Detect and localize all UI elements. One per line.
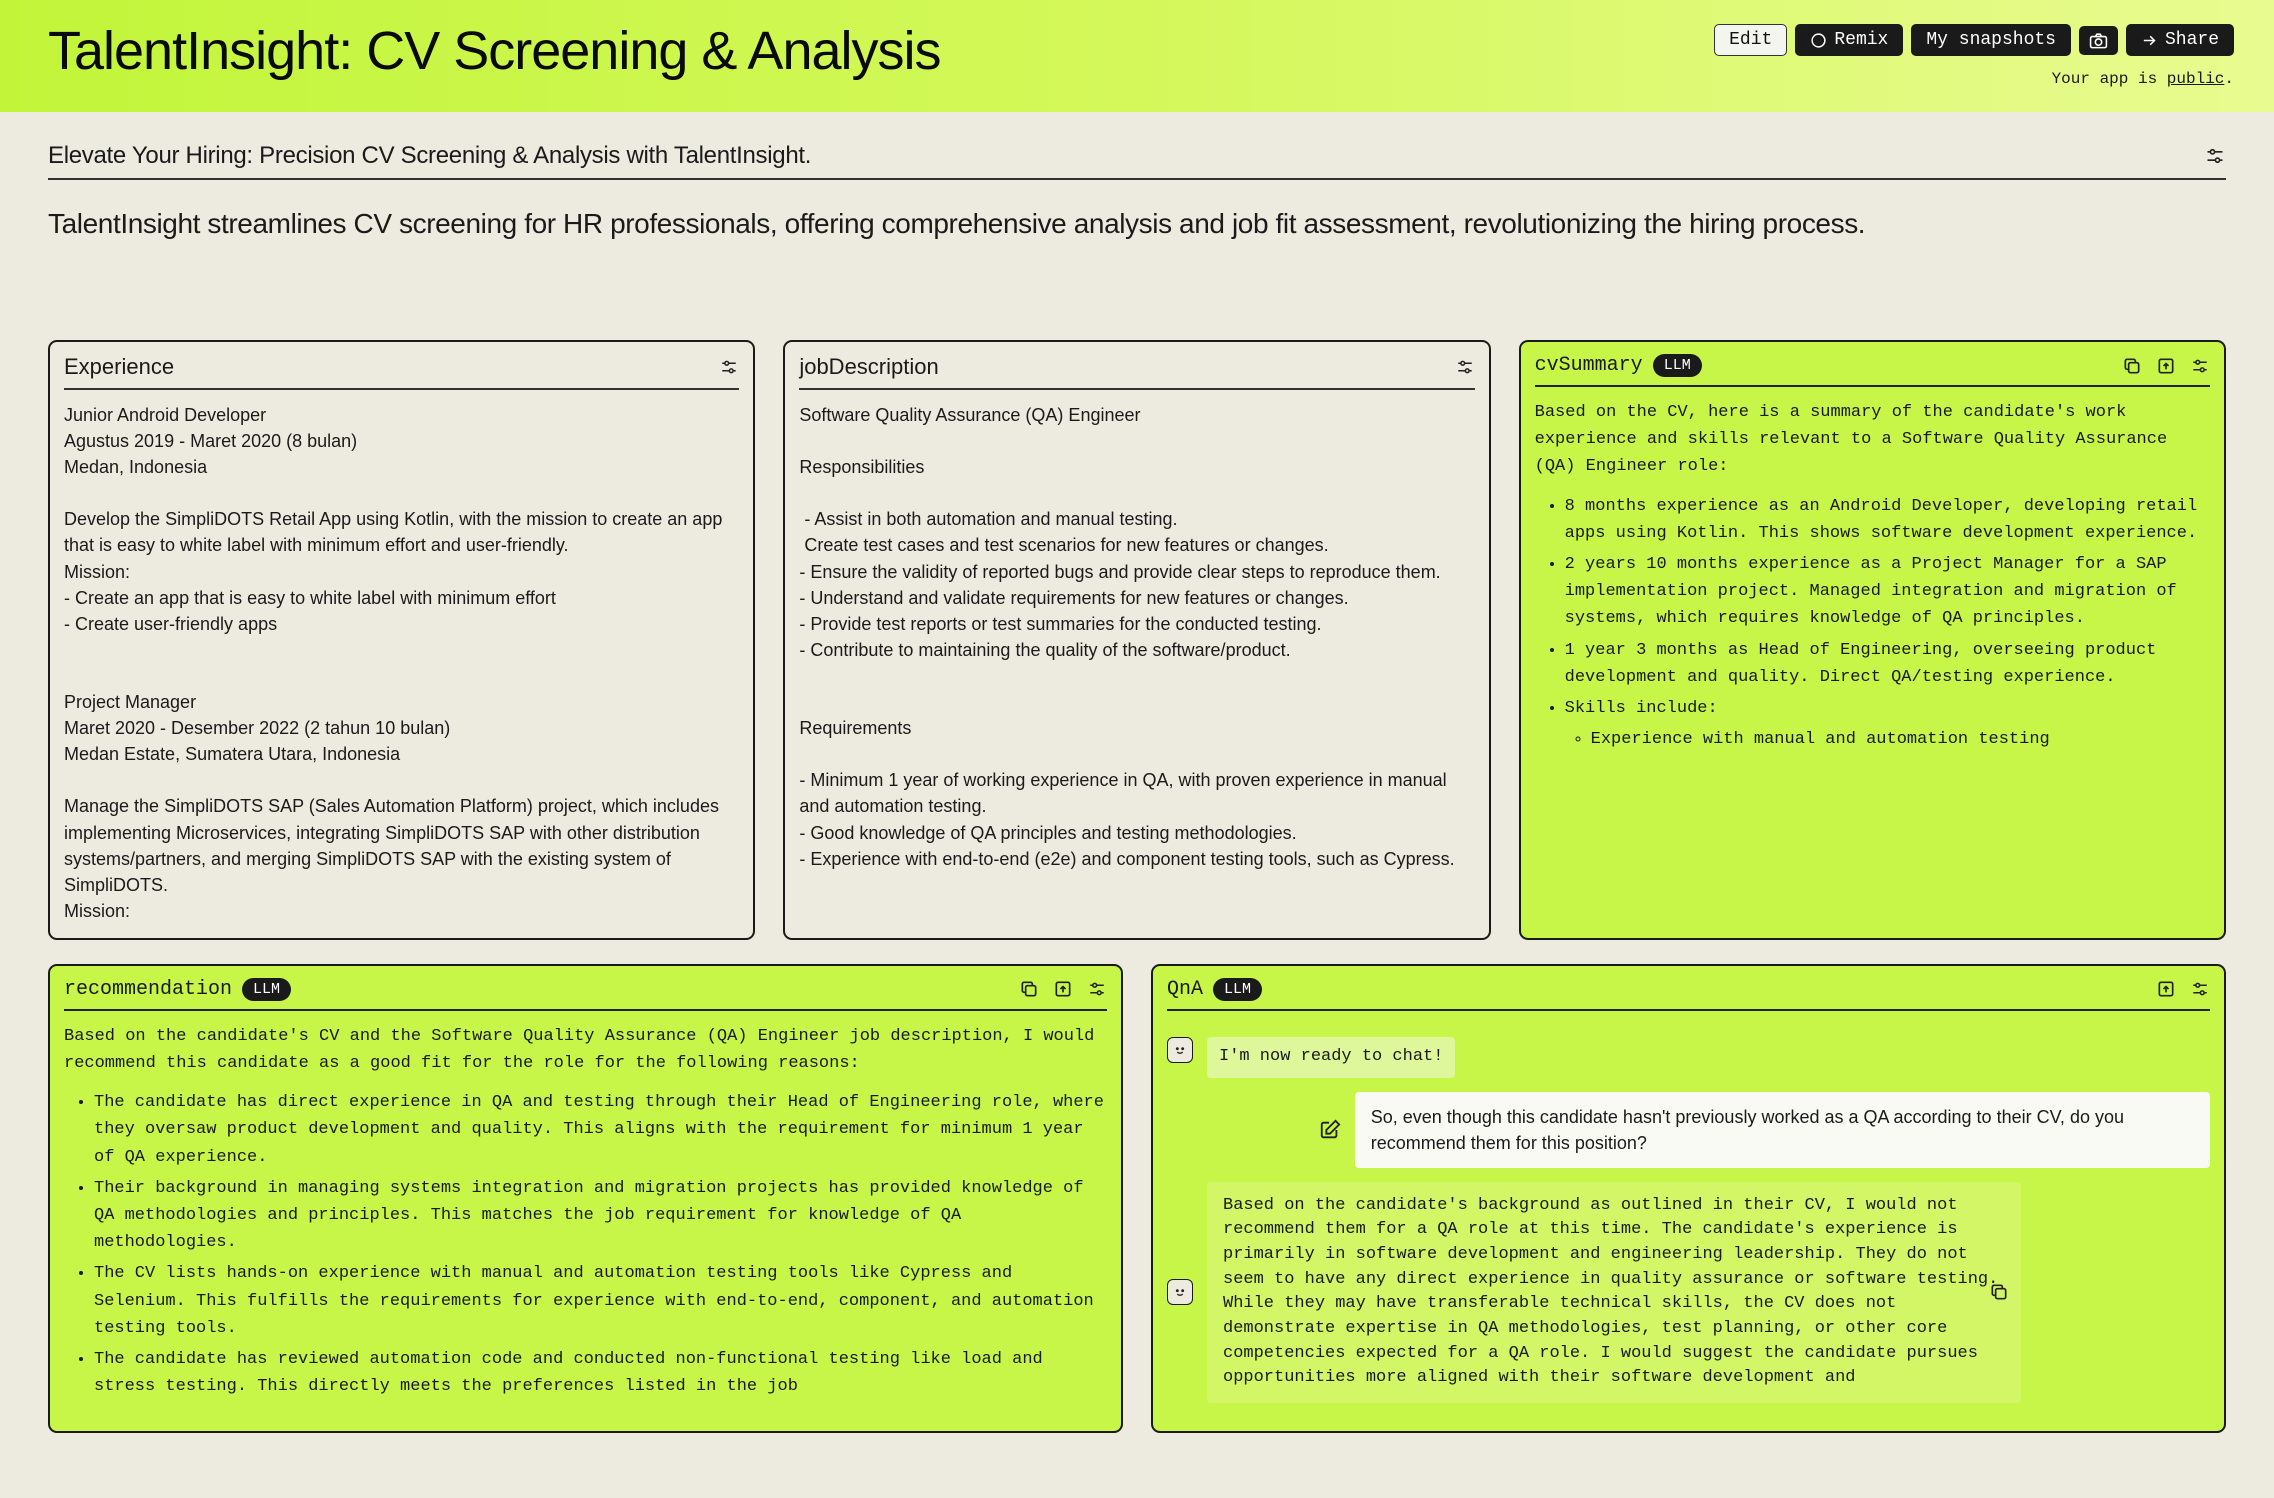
settings-icon[interactable] (1455, 358, 1475, 376)
share-button[interactable]: Share (2126, 24, 2234, 56)
chat-row-bot: Based on the candidate's background as o… (1167, 1182, 2210, 1403)
public-status: Your app is public. (2052, 70, 2234, 88)
subheader: Elevate Your Hiring: Precision CV Screen… (48, 142, 2226, 180)
settings-icon[interactable] (2204, 146, 2226, 166)
chat-row-bot: I'm now ready to chat! (1167, 1037, 2210, 1078)
divider (1535, 385, 2210, 387)
export-icon[interactable] (1053, 979, 1073, 999)
jobdescription-body: Software Quality Assurance (QA) Engineer… (785, 402, 1488, 886)
remix-button[interactable]: Remix (1795, 24, 1903, 56)
settings-icon[interactable] (2190, 980, 2210, 998)
list-item: 1 year 3 months as Head of Engineering, … (1565, 637, 2210, 691)
list-item-text: Skills include: (1565, 699, 1718, 718)
camera-icon (2089, 32, 2108, 49)
panel-title: recommendation (64, 978, 232, 1001)
remix-label: Remix (1834, 30, 1888, 50)
recommendation-intro: Based on the candidate's CV and the Soft… (64, 1023, 1107, 1077)
qna-panel: QnA LLM I'm now r (1151, 964, 2226, 1433)
panel-header: Experience (50, 342, 753, 388)
list-item: The CV lists hands-on experience with ma… (94, 1260, 1107, 1342)
llm-badge: LLM (1213, 978, 1262, 1001)
share-icon (2141, 33, 2158, 48)
panel-title: jobDescription (799, 354, 938, 380)
divider (64, 388, 739, 390)
divider (799, 388, 1474, 390)
experience-body: Junior Android Developer Agustus 2019 - … (50, 402, 753, 938)
divider (64, 1009, 1107, 1011)
header-toolbar: Edit Remix My snapshots Share (1714, 24, 2234, 56)
public-suffix: . (2224, 70, 2234, 88)
settings-icon[interactable] (1087, 980, 1107, 998)
recommendation-list: The candidate has direct experience in Q… (64, 1089, 1107, 1400)
app-header: TalentInsight: CV Screening & Analysis E… (0, 0, 2274, 112)
list-item: The candidate has direct experience in Q… (94, 1089, 1107, 1171)
main-content: Elevate Your Hiring: Precision CV Screen… (0, 112, 2274, 1463)
list-item: Skills include: Experience with manual a… (1565, 695, 2210, 753)
export-icon[interactable] (2156, 979, 2176, 999)
list-item: The candidate has reviewed automation co… (94, 1346, 1107, 1400)
llm-badge: LLM (1653, 354, 1702, 377)
user-bubble: So, even though this candidate hasn't pr… (1355, 1092, 2210, 1168)
copy-icon[interactable] (1989, 1282, 2009, 1302)
bot-answer-bubble: Based on the candidate's background as o… (1207, 1182, 2021, 1403)
chat-row-user: So, even though this candidate hasn't pr… (1167, 1092, 2210, 1168)
panel-header: QnA LLM (1153, 966, 2224, 1009)
export-icon[interactable] (2156, 356, 2176, 376)
copy-icon[interactable] (1019, 979, 1039, 999)
public-prefix: Your app is (2052, 70, 2167, 88)
remix-icon (1810, 32, 1827, 49)
camera-button[interactable] (2079, 26, 2118, 55)
list-item: Their background in managing systems int… (94, 1175, 1107, 1257)
panel-header: jobDescription (785, 342, 1488, 388)
panel-header: cvSummary LLM (1521, 342, 2224, 385)
edit-icon[interactable] (1319, 1119, 1341, 1141)
cvsummary-intro: Based on the CV, here is a summary of th… (1535, 399, 2210, 481)
cvsummary-body: Based on the CV, here is a summary of th… (1521, 399, 2224, 771)
chat-body: I'm now ready to chat! So, even though t… (1153, 1023, 2224, 1431)
bot-avatar-icon (1167, 1279, 1193, 1305)
public-link[interactable]: public (2167, 70, 2225, 88)
subheader-text: Elevate Your Hiring: Precision CV Screen… (48, 142, 811, 170)
cvsummary-list: 8 months experience as an Android Develo… (1535, 493, 2210, 754)
copy-icon[interactable] (2122, 356, 2142, 376)
list-subitem: Experience with manual and automation te… (1591, 726, 2210, 753)
panels-row-1: Experience Junior Android Developer Agus… (48, 340, 2226, 940)
llm-badge: LLM (242, 978, 291, 1001)
jobdescription-panel: jobDescription Software Quality Assuranc… (783, 340, 1490, 940)
share-label: Share (2165, 30, 2219, 50)
edit-button[interactable]: Edit (1714, 24, 1787, 56)
settings-icon[interactable] (2190, 357, 2210, 375)
panel-title: Experience (64, 354, 174, 380)
divider (1167, 1009, 2210, 1011)
panel-title: QnA (1167, 978, 1203, 1001)
bot-avatar-icon (1167, 1037, 1193, 1063)
panels-row-2: recommendation LLM Based on t (48, 964, 2226, 1433)
panel-header: recommendation LLM (50, 966, 1121, 1009)
recommendation-panel: recommendation LLM Based on t (48, 964, 1123, 1433)
recommendation-body: Based on the candidate's CV and the Soft… (50, 1023, 1121, 1418)
experience-panel: Experience Junior Android Developer Agus… (48, 340, 755, 940)
cvsummary-panel: cvSummary LLM Based on the CV (1519, 340, 2226, 940)
settings-icon[interactable] (719, 358, 739, 376)
snapshots-button[interactable]: My snapshots (1911, 24, 2071, 56)
list-item: 2 years 10 months experience as a Projec… (1565, 551, 2210, 633)
list-item: 8 months experience as an Android Develo… (1565, 493, 2210, 547)
description: TalentInsight streamlines CV screening f… (48, 208, 2226, 240)
bot-ready-bubble: I'm now ready to chat! (1207, 1037, 1455, 1078)
bot-answer-text: Based on the candidate's background as o… (1223, 1196, 1998, 1387)
panel-title: cvSummary (1535, 354, 1643, 377)
